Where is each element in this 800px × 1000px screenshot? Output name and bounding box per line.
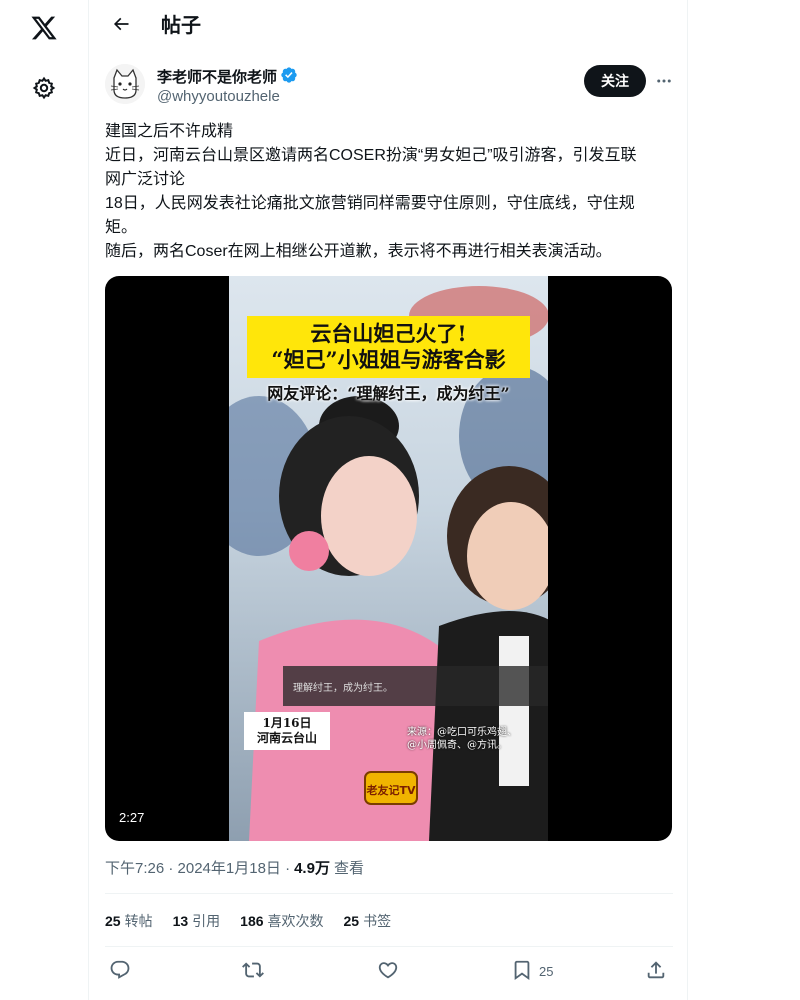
divider [105,946,673,947]
avatar[interactable] [105,64,145,104]
author-row: 李老师不是你老师 @whyyoutouzhele 关注 [105,64,673,108]
bookmarks-count: 25 [343,913,360,929]
source-line-1: 来源：@吃口可乐鸡翅、 [407,727,517,738]
views-count: 4.9万 [294,860,330,877]
top-bar: 帖子 [89,0,689,53]
tweet-line: 建国之后不许成精 [105,123,234,140]
date-tag-line-2: 河南云台山 [256,731,317,745]
like-button[interactable] [377,959,399,983]
source-line-2: @小周佩奇、@方讯。 [407,740,507,751]
video-sub-caption: 网友评论：“理解纣王，成为纣王” [267,384,510,403]
bookmark-icon [511,959,533,984]
stat-bookmarks[interactable]: 25 书签 [344,911,392,931]
tweet-timestamp[interactable]: 下午7:26 · 2024年1月18日 · [105,859,290,879]
stat-retweets[interactable]: 25 转帖 [105,911,153,931]
reply-icon [109,959,131,984]
likes-count: 186 [240,913,264,929]
author-name[interactable]: 李老师不是你老师 [157,68,277,88]
main-column: 帖子 李老师不是你老师 @whyyoutouzhele 关注 建国之后不许成精 [88,0,688,1000]
action-bar: 25 [105,953,673,989]
video-duration: 2:27 [119,810,145,825]
bookmark-count: 25 [539,963,554,979]
retweets-label: 转帖 [124,913,153,929]
quotes-count: 13 [172,913,189,929]
source-credit: 来源：@吃口可乐鸡翅、 @小周佩奇、@方讯。 [407,726,547,752]
like-icon [377,959,399,984]
banner-line-1: 云台山妲己火了! [310,321,467,346]
bookmark-button[interactable]: 25 [511,959,553,983]
logo-text: 老友记TV [365,783,416,797]
comment-overlay: 理解纣王，成为纣王。 [283,666,548,706]
gear-icon[interactable] [24,68,64,108]
tweet-line: 随后，两名Coser在网上相继公开道歉，表示将不再进行相关表演活动。 [105,243,612,260]
retweets-count: 25 [105,913,121,929]
tweet-line: 网广泛讨论 [105,171,186,188]
date-tag: 1月16日 河南云台山 [244,712,330,750]
engagement-stats: 25 转帖 13 引用 186 喜欢次数 25 书签 [105,911,391,931]
author-handle[interactable]: @whyyoutouzhele [157,87,280,107]
stat-quotes[interactable]: 13 引用 [173,911,221,931]
retweet-button[interactable] [242,959,264,983]
reply-button[interactable] [109,959,131,983]
arrow-left-icon [111,14,131,39]
author-name-row[interactable]: 李老师不是你老师 [157,66,298,89]
follow-button[interactable]: 关注 [584,65,646,97]
likes-label: 喜欢次数 [267,913,324,929]
share-icon [645,959,667,984]
channel-logo-icon: 老友记TV [364,771,418,805]
date-tag-line-1: 1月16日 [262,716,312,730]
video-frame: 云台山妲己火了! “妲己”小姐姐与游客合影 网友评论：“理解纣王，成为纣王” 理… [229,276,548,841]
tweet-text: 建国之后不许成精 近日，河南云台山景区邀请两名COSER扮演“男女妲己”吸引游客… [105,120,677,264]
stat-likes[interactable]: 186 喜欢次数 [240,911,323,931]
back-button[interactable] [103,8,139,44]
banner-line-2: “妲己”小姐姐与游客合影 [271,347,506,372]
divider [105,893,673,894]
page-title: 帖子 [161,15,201,37]
video-banner: 云台山妲己火了! “妲己”小姐姐与游客合影 [247,316,530,378]
tweet-line: 矩。 [105,219,138,236]
tweet-line: 18日，人民网发表社论痛批文旅营销同样需要守住原则，守住底线，守住规 [105,195,635,212]
tweet-line: 近日，河南云台山景区邀请两名COSER扮演“男女妲己”吸引游客，引发互联 [105,147,637,164]
views-label: 查看 [333,860,364,877]
x-logo-icon[interactable] [24,8,64,48]
quotes-label: 引用 [192,913,221,929]
share-button[interactable] [645,959,667,983]
left-rail [0,0,88,1000]
tweet-meta: 下午7:26 · 2024年1月18日 · 4.9万 查看 [105,859,364,879]
verified-badge-icon [280,66,298,89]
video-player[interactable]: 云台山妲己火了! “妲己”小姐姐与游客合影 网友评论：“理解纣王，成为纣王” 理… [105,276,672,841]
more-options-icon[interactable] [653,70,675,92]
bookmarks-label: 书签 [363,913,392,929]
retweet-icon [242,959,264,984]
